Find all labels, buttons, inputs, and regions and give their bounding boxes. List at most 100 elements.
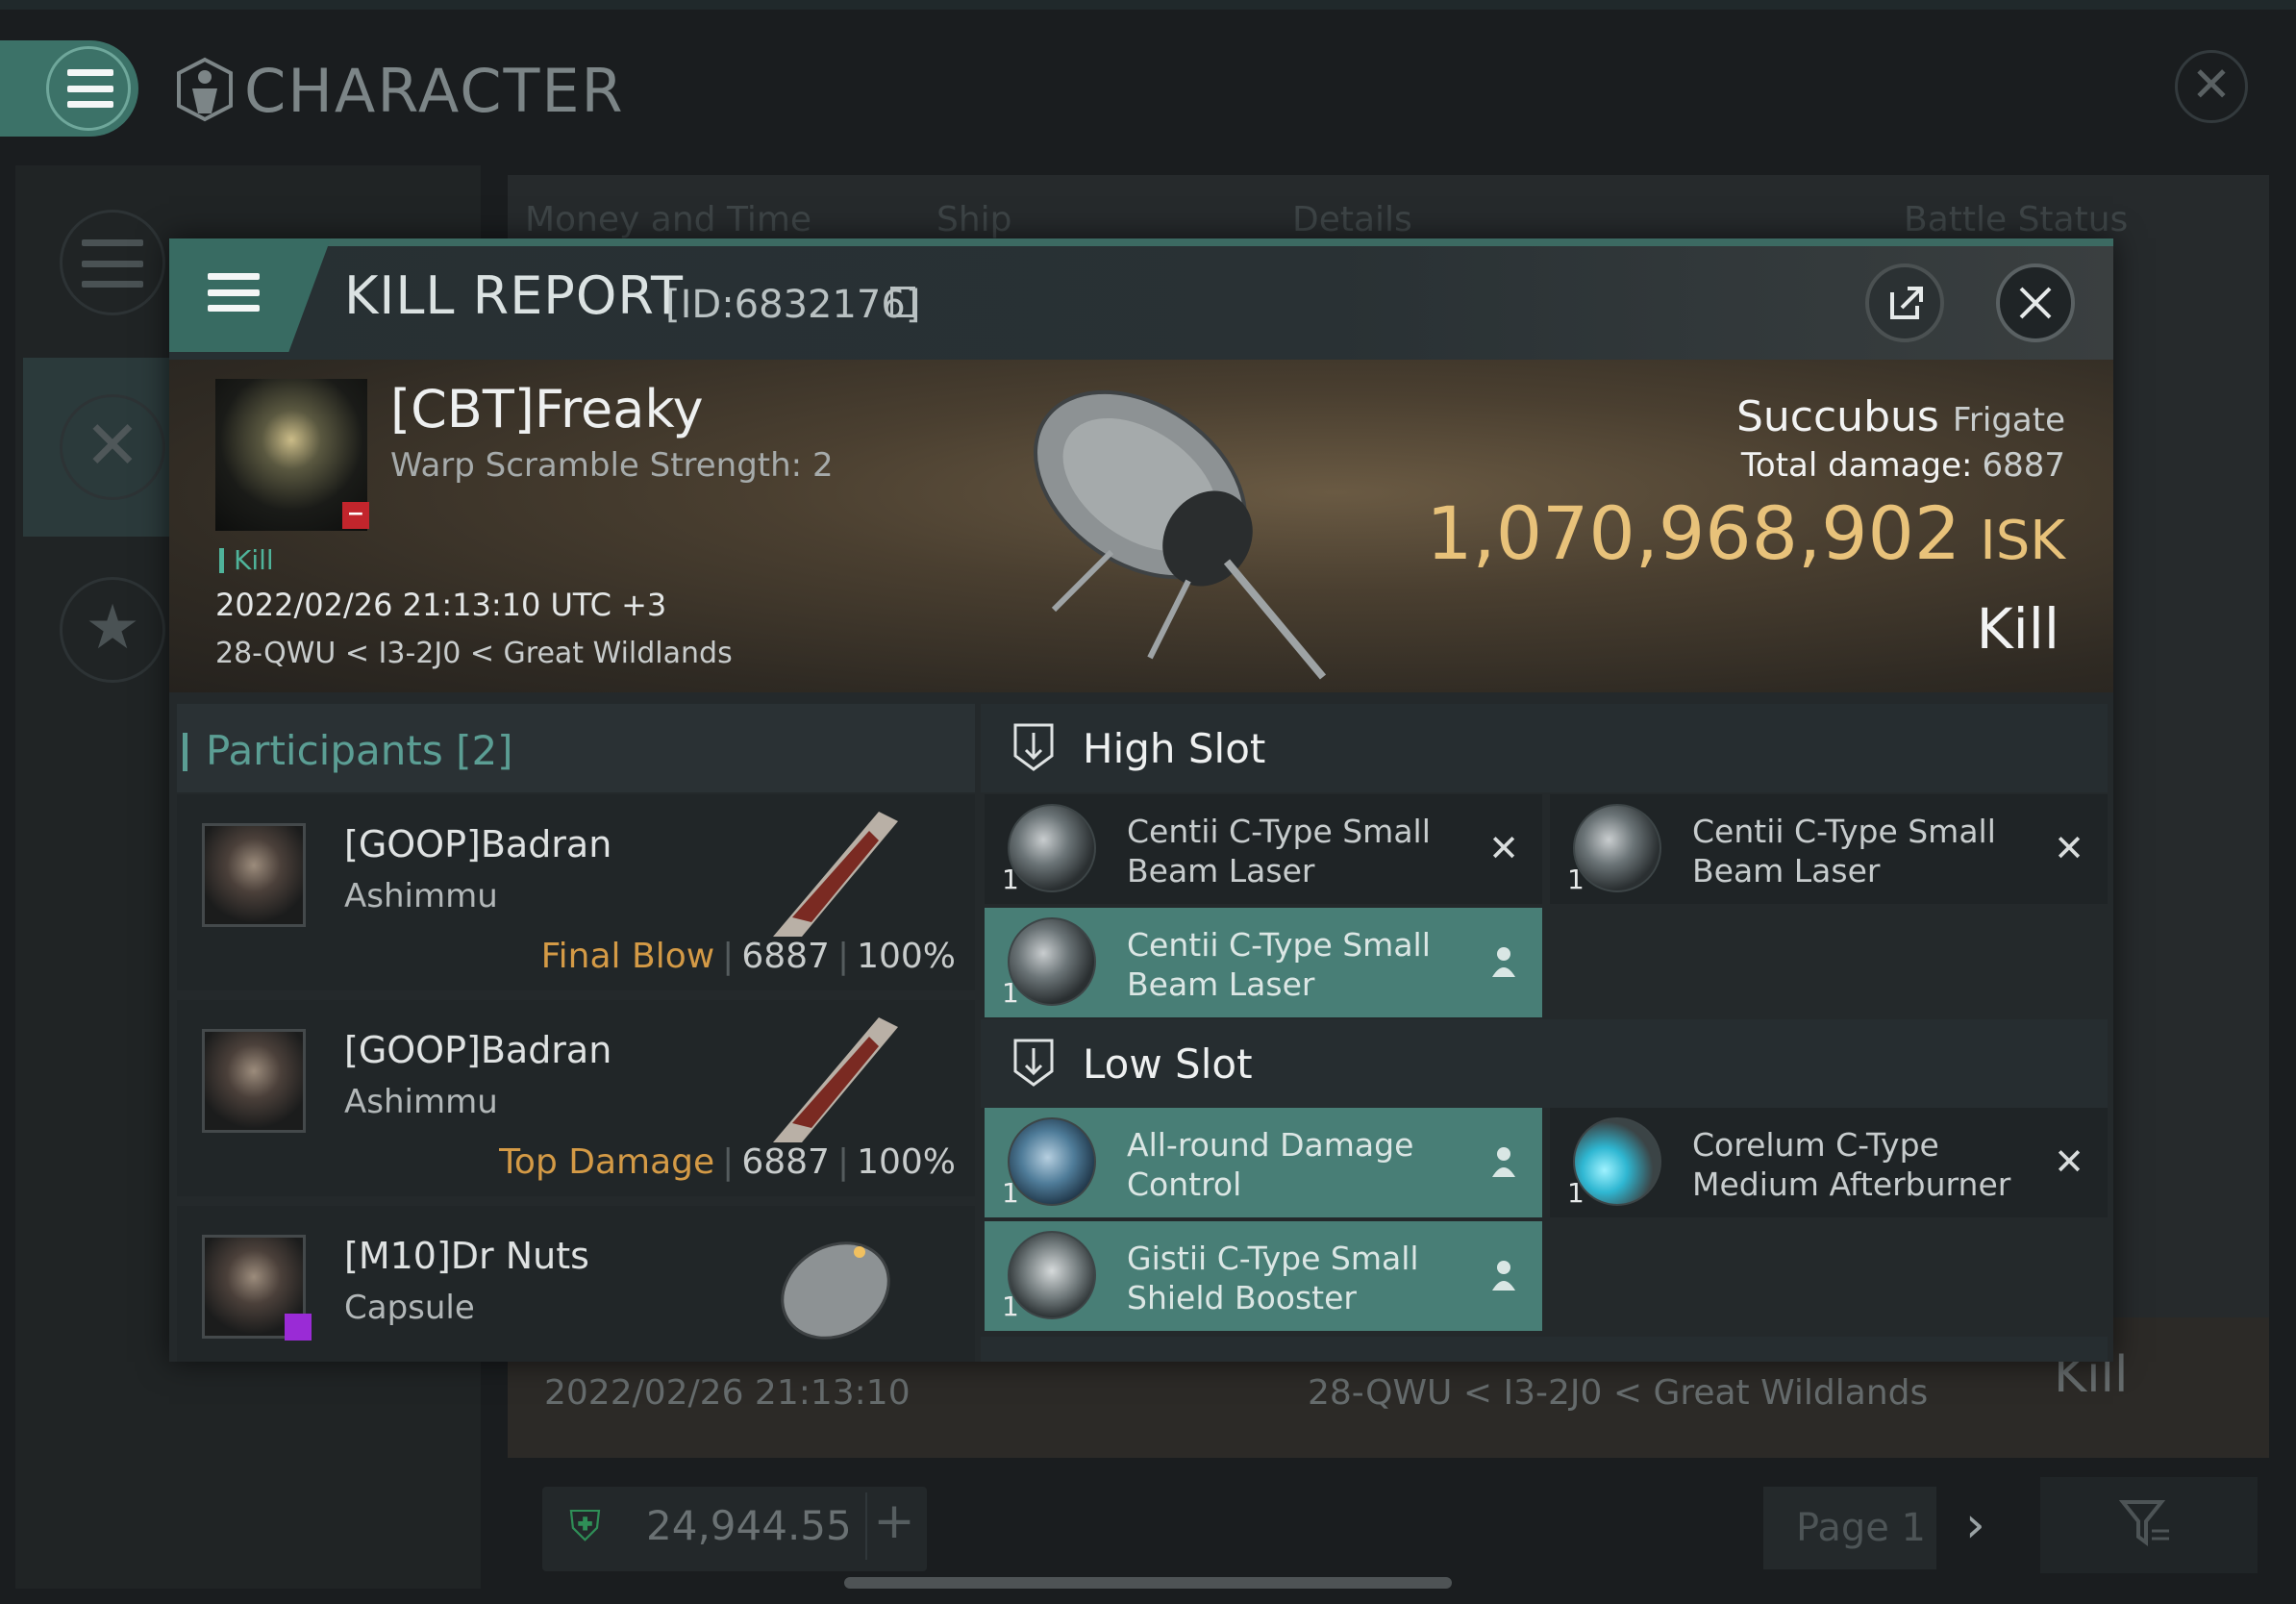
participants-count: [2]	[456, 727, 513, 774]
victim-location: 28-QWU < I3-2J0 < Great Wildlands	[215, 637, 733, 670]
list-icon[interactable]	[60, 210, 165, 315]
module-item[interactable]: 1 All-round Damage Control	[985, 1108, 1542, 1217]
participant-avatar	[202, 823, 306, 927]
hamburger-icon	[67, 69, 113, 108]
participant-row[interactable]: [GOOP]Badran Ashimmu Top Damage | 6887 | 100…	[177, 1000, 975, 1196]
module-item[interactable]: 1 Gistii C-Type Small Shield Booster	[985, 1221, 1542, 1331]
star-icon[interactable]: ★	[60, 577, 165, 683]
row-location: 28-QWU < I3-2J0 < Great Wildlands	[1308, 1373, 1929, 1413]
module-qty: 1	[1002, 977, 1019, 1009]
module-name: Centii C-Type Small Beam Laser	[1692, 813, 1996, 890]
damage-control-icon	[1008, 1117, 1096, 1206]
destroyed-icon: ✕	[2054, 827, 2084, 869]
top-bar	[0, 0, 2296, 10]
close-icon	[2019, 287, 2052, 319]
column-money-time[interactable]: Money and Time	[525, 200, 811, 239]
column-details[interactable]: Details	[1292, 200, 1412, 239]
high-slot-title: High Slot	[1083, 725, 1266, 772]
total-damage: Total damage: 6887	[1740, 446, 2065, 485]
module-name: Corelum C-Type Medium Afterburner	[1692, 1126, 2011, 1203]
capsuleer-badge-icon	[285, 1314, 312, 1341]
dropped-icon	[1492, 1147, 1515, 1177]
character-icon	[177, 57, 233, 122]
result-label: Kill	[1976, 596, 2059, 662]
kill-tag: Kill	[219, 544, 274, 576]
wallet-icon: ⛨	[569, 1502, 601, 1551]
standing-badge-icon: −	[342, 502, 369, 529]
add-funds-button[interactable]: +	[865, 1492, 921, 1560]
module-name: Gistii C-Type Small Shield Booster	[1127, 1240, 1419, 1316]
ship-name[interactable]: Succubus Frigate	[1736, 392, 2065, 441]
module-qty: 1	[1567, 864, 1585, 895]
isk-value: 1,070,968,902 ISK	[1426, 490, 2065, 576]
filter-icon	[2119, 1500, 2169, 1546]
participant-name: [GOOP]Badran	[344, 1029, 612, 1071]
victim-subtitle: Warp Scramble Strength: 2	[390, 446, 834, 485]
victim-banner: − [CBT]Freaky Warp Scramble Strength: 2 …	[169, 360, 2113, 692]
participants-title: Participants [2]	[183, 727, 513, 774]
participant-row[interactable]: [GOOP]Badran Ashimmu Final Blow | 6887 | 100…	[177, 794, 975, 990]
wallet-value: 24,944.55	[646, 1502, 852, 1549]
ship-class: Frigate	[1952, 401, 2065, 439]
beam-laser-icon	[1573, 804, 1661, 892]
module-item[interactable]: 1 Corelum C-Type Medium Afterburner ✕	[1550, 1108, 2108, 1217]
module-name: Centii C-Type Small Beam Laser	[1127, 813, 1431, 890]
module-item[interactable]: 1 Centii C-Type Small Beam Laser ✕	[1550, 794, 2108, 904]
module-name: Centii C-Type Small Beam Laser	[1127, 926, 1431, 1003]
victim-date: 2022/02/26 21:13:10 UTC +3	[215, 587, 667, 623]
participant-stats: Top Damage | 6887 | 100%	[499, 1142, 956, 1182]
module-qty: 1	[1002, 864, 1019, 895]
row-date: 2022/02/26 21:13:10	[544, 1373, 911, 1413]
main-menu-button[interactable]	[0, 40, 138, 137]
ship-image[interactable]	[996, 369, 1438, 687]
high-slot-header: High Slot	[981, 704, 2108, 792]
close-button[interactable]	[1996, 263, 2075, 342]
module-qty: 1	[1002, 1291, 1019, 1322]
modal-title: KILL REPORT	[344, 265, 684, 326]
top-damage-label: Top Damage	[499, 1142, 715, 1182]
share-button[interactable]	[1865, 263, 1944, 342]
column-battle-status[interactable]: Battle Status	[1904, 200, 2128, 239]
kill-report-modal: KILL REPORT [ID:6832176] − [CBT]Freaky W…	[169, 238, 2113, 1362]
report-id: [ID:6832176]	[665, 283, 921, 327]
participant-stats: Final Blow | 6887 | 100%	[540, 937, 956, 976]
final-blow-label: Final Blow	[540, 937, 715, 976]
low-slot-icon	[1013, 1039, 1054, 1087]
dropped-icon	[1492, 947, 1515, 977]
destroyed-icon: ✕	[2054, 1140, 2084, 1183]
page-title: CHARACTER	[244, 56, 625, 126]
combat-icon[interactable]: ✕	[60, 394, 165, 500]
mid-slot-header-partial	[981, 1337, 2108, 1362]
participant-ship: Capsule	[344, 1289, 475, 1327]
isk-unit: ISK	[1980, 510, 2065, 572]
participant-name: [GOOP]Badran	[344, 823, 612, 865]
page-label: Page 1	[1796, 1506, 1926, 1550]
column-ship[interactable]: Ship	[936, 200, 1012, 239]
shield-booster-icon	[1008, 1231, 1096, 1319]
next-page-button[interactable]: ›	[1965, 1496, 1985, 1554]
participant-ship: Ashimmu	[344, 1083, 498, 1121]
module-qty: 1	[1567, 1177, 1585, 1209]
low-slot-header: Low Slot	[981, 1019, 2108, 1108]
participant-ship: Ashimmu	[344, 877, 498, 915]
copy-icon[interactable]	[890, 287, 915, 317]
module-item[interactable]: 1 Centii C-Type Small Beam Laser ✕	[985, 794, 1542, 904]
hamburger-icon	[208, 273, 260, 312]
module-qty: 1	[1002, 1177, 1019, 1209]
participant-avatar	[202, 1029, 306, 1133]
dropped-icon	[1492, 1261, 1515, 1291]
capsule-image	[781, 1241, 890, 1340]
participant-row[interactable]: [M10]Dr Nuts Capsule	[177, 1206, 975, 1362]
afterburner-icon	[1573, 1117, 1661, 1206]
share-icon	[1890, 287, 1923, 319]
scrollbar[interactable]	[844, 1577, 1452, 1589]
module-item[interactable]: 1 Centii C-Type Small Beam Laser	[985, 908, 1542, 1017]
total-damage-value: 6887	[1982, 446, 2065, 485]
low-slot-title: Low Slot	[1083, 1040, 1253, 1088]
victim-name[interactable]: [CBT]Freaky	[390, 379, 704, 439]
destroyed-icon: ✕	[1488, 827, 1519, 869]
high-slot-icon	[1013, 723, 1054, 771]
close-icon[interactable]: ✕	[2175, 50, 2248, 123]
participant-name: [M10]Dr Nuts	[344, 1235, 589, 1277]
participant-ship-image	[773, 812, 898, 937]
